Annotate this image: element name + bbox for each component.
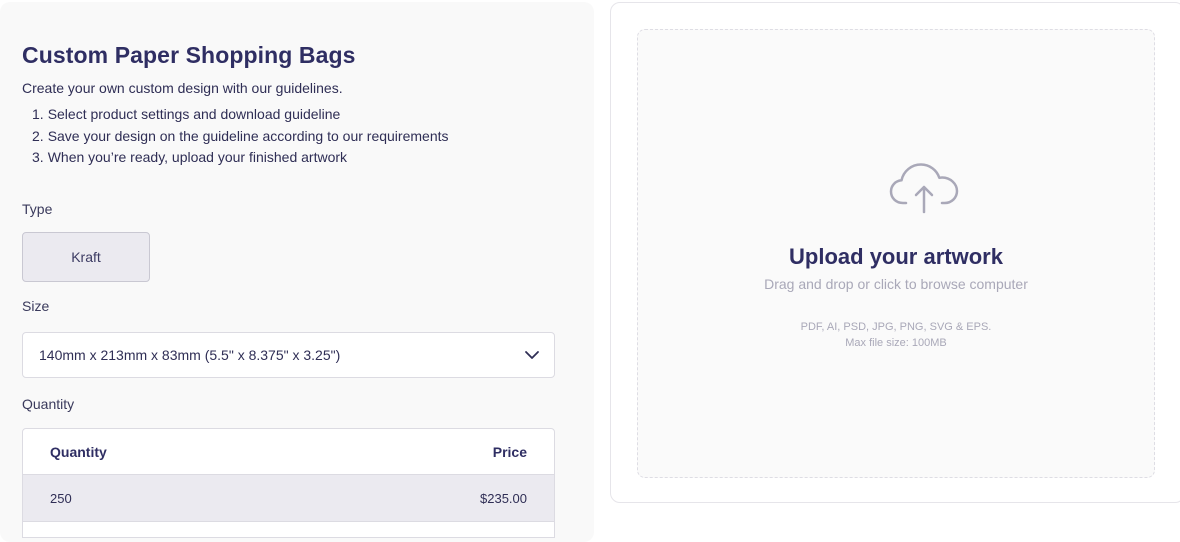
table-header: Quantity Price: [23, 429, 554, 474]
step-number: 2.: [32, 127, 44, 144]
size-select-value: 140mm x 213mm x 83mm (5.5" x 8.375" x 3.…: [39, 347, 341, 363]
quantity-price-table: Quantity Price 250 $235.00: [22, 428, 555, 538]
upload-subtitle: Drag and drop or click to browse compute…: [764, 276, 1028, 292]
step-text: Save your design on the guideline accord…: [47, 127, 449, 144]
step-text: When you’re ready, upload your finished …: [47, 149, 348, 165]
step-item: 3. When you’re ready, upload your finishe…: [22, 147, 449, 169]
type-option-label: Kraft: [71, 249, 101, 265]
upload-title: Upload your artwork: [789, 244, 1003, 269]
steps-list: 1. Select product settings and download g…: [22, 104, 449, 169]
step-number: 3.: [32, 149, 44, 165]
size-label: Size: [22, 298, 50, 314]
step-text: Select product settings and download gui…: [47, 106, 341, 122]
table-row[interactable]: 250 $235.00: [23, 474, 554, 522]
product-config-panel: Custom Paper Shopping Bags Create your o…: [0, 2, 594, 542]
quantity-label: Quantity: [22, 396, 75, 412]
upload-dropzone[interactable]: Upload your artwork Drag and drop or cli…: [637, 29, 1155, 478]
intro-text: Create your own custom design with our g…: [22, 80, 343, 96]
step-number: 1.: [32, 106, 44, 122]
cloud-upload-icon: [889, 163, 959, 214]
upload-panel: Upload your artwork Drag and drop or cli…: [610, 2, 1180, 503]
chevron-down-icon: [525, 351, 539, 359]
price-cell: $235.00: [480, 490, 527, 506]
price-column-header: Price: [492, 443, 527, 460]
type-label: Type: [22, 201, 53, 217]
step-item: 1. Select product settings and download g…: [22, 104, 449, 126]
size-select[interactable]: 140mm x 213mm x 83mm (5.5" x 8.375" x 3.…: [22, 332, 555, 378]
step-item: 2. Save your design on the guideline acco…: [22, 126, 449, 148]
accepted-file-types: PDF, AI, PSD, JPG, PNG, SVG & EPS.: [800, 321, 992, 333]
max-file-size: Max file size: 100MB: [845, 337, 947, 349]
page-title: Custom Paper Shopping Bags: [22, 42, 356, 68]
quantity-cell: 250: [50, 490, 72, 506]
quantity-column-header: Quantity: [50, 443, 107, 460]
type-option-kraft[interactable]: Kraft: [22, 232, 150, 282]
